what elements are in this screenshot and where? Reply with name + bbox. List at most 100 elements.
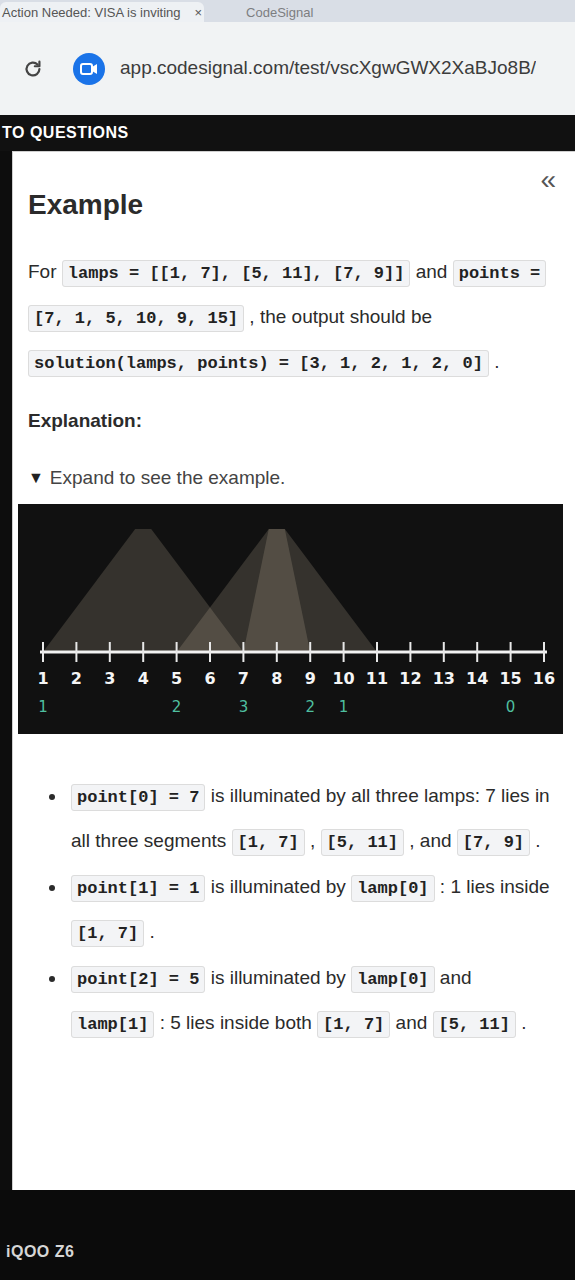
address-bar: app.codesignal.com/test/vscXgwGWX2XaBJo8… bbox=[0, 22, 575, 115]
chart-canvas: 12345678910111213141516123210 bbox=[18, 504, 563, 734]
code-span: point[0] = 7 bbox=[71, 784, 205, 811]
axis-tick bbox=[309, 642, 311, 662]
point-count: 3 bbox=[239, 698, 249, 716]
point-count: 1 bbox=[38, 698, 48, 716]
code-span: [1, 7] bbox=[232, 829, 305, 856]
tick-label: 11 bbox=[366, 669, 388, 688]
axis-tick bbox=[109, 642, 111, 662]
point-count: 0 bbox=[506, 698, 516, 716]
tick-label: 13 bbox=[433, 669, 455, 688]
axis-tick bbox=[142, 642, 144, 662]
code-span: [1, 7] bbox=[317, 1011, 390, 1038]
text-span: . bbox=[530, 830, 541, 851]
bottom-strip: iQOO Z6 bbox=[0, 1190, 575, 1280]
text-span: and bbox=[390, 1012, 432, 1033]
tick-label: 7 bbox=[238, 669, 249, 688]
text-span: : 5 lies inside both bbox=[154, 1012, 317, 1033]
intro-paragraph: For lamps = [[1, 7], [5, 11], [7, 9]] an… bbox=[13, 250, 575, 385]
explanation-item: point[0] = 7 is illuminated by all three… bbox=[67, 774, 557, 864]
top-nav: TO QUESTIONS bbox=[0, 115, 575, 151]
content-area: Example « For lamps = [[1, 7], [5, 11], [7… bbox=[0, 151, 575, 1190]
tick-label: 10 bbox=[332, 669, 354, 688]
address-text[interactable]: app.codesignal.com/test/vscXgwGWX2XaBJo8… bbox=[120, 54, 536, 83]
back-to-questions[interactable]: TO QUESTIONS bbox=[2, 121, 129, 145]
reload-icon[interactable] bbox=[22, 58, 44, 80]
tick-label: 15 bbox=[499, 669, 521, 688]
tick-label: 12 bbox=[399, 669, 421, 688]
tick-label: 6 bbox=[204, 669, 215, 688]
text-span: , the output should be bbox=[244, 306, 432, 327]
axis-tick bbox=[343, 642, 345, 662]
axis-tick bbox=[376, 642, 378, 662]
axis-tick bbox=[75, 642, 77, 662]
axis-tick bbox=[242, 642, 244, 662]
text-span: and bbox=[410, 261, 452, 282]
text-span: . bbox=[144, 921, 155, 942]
code-span: point[1] = 1 bbox=[71, 875, 205, 902]
tick-label: 14 bbox=[466, 669, 488, 688]
axis-tick bbox=[443, 642, 445, 662]
text-span: and bbox=[435, 967, 472, 988]
text-span: . bbox=[516, 1012, 527, 1033]
example-title: Example bbox=[28, 184, 143, 226]
explanation-list: point[0] = 7 is illuminated by all three… bbox=[13, 774, 575, 1047]
browser-tab[interactable]: CodeSignal bbox=[244, 2, 315, 22]
tick-label: 8 bbox=[271, 669, 282, 688]
tick-label: 4 bbox=[138, 669, 149, 688]
code-span: [1, 7] bbox=[71, 920, 144, 947]
expander[interactable]: ▼Expand to see the example. bbox=[13, 464, 575, 493]
code-span: point[2] = 5 bbox=[71, 966, 205, 993]
collapse-button[interactable]: « bbox=[540, 166, 556, 194]
explanation-title: Explanation: bbox=[13, 407, 575, 436]
code-span: lamp[0] bbox=[351, 875, 434, 902]
code-span: lamps = [[1, 7], [5, 11], [7, 9]] bbox=[62, 260, 411, 287]
code-span: [7, 9] bbox=[457, 829, 530, 856]
tab-label: CodeSignal bbox=[246, 6, 313, 19]
text-span: , and bbox=[404, 830, 457, 851]
code-span: lamp[0] bbox=[351, 966, 434, 993]
expander-label[interactable]: Expand to see the example. bbox=[50, 464, 286, 493]
tab-label: Action Needed: VISA is inviting bbox=[2, 6, 181, 19]
number-line bbox=[40, 651, 547, 654]
text-span: is illuminated by bbox=[205, 967, 351, 988]
question-card: Example « For lamps = [[1, 7], [5, 11], [7… bbox=[12, 151, 575, 1190]
point-count: 1 bbox=[339, 698, 349, 716]
text-span: is illuminated by bbox=[205, 876, 351, 897]
camera-watermark: iQOO Z6 bbox=[6, 1240, 74, 1264]
point-count: 2 bbox=[172, 698, 182, 716]
browser-tab[interactable]: Action Needed: VISA is inviting × bbox=[0, 2, 204, 22]
axis-tick bbox=[176, 642, 178, 662]
text-span: . bbox=[489, 351, 500, 372]
axis-tick bbox=[510, 642, 512, 662]
tab-strip: Action Needed: VISA is inviting × CodeSign… bbox=[0, 0, 575, 22]
example-header: Example « bbox=[13, 166, 575, 226]
tick-label: 9 bbox=[305, 669, 316, 688]
tab-close[interactable]: × bbox=[195, 6, 203, 19]
text-span: : 1 lies inside bbox=[435, 876, 550, 897]
code-span: [5, 11] bbox=[321, 829, 404, 856]
text-span: For bbox=[28, 261, 62, 282]
code-span: solution(lamps, points) = [3, 1, 2, 1, 2… bbox=[28, 350, 489, 377]
axis-tick bbox=[42, 642, 44, 662]
tick-label: 1 bbox=[37, 669, 48, 688]
text-span: , bbox=[305, 830, 321, 851]
code-span: lamp[1] bbox=[71, 1011, 154, 1038]
code-span: [5, 11] bbox=[433, 1011, 516, 1038]
tick-label: 2 bbox=[71, 669, 82, 688]
axis-tick bbox=[276, 642, 278, 662]
axis-tick bbox=[409, 642, 411, 662]
lamps-chart: 12345678910111213141516123210 bbox=[18, 504, 563, 734]
point-count: 2 bbox=[305, 698, 315, 716]
lamp-cone bbox=[243, 529, 310, 652]
recording-icon[interactable] bbox=[72, 52, 106, 86]
axis-tick bbox=[476, 642, 478, 662]
explanation-item: point[1] = 1 is illuminated by lamp[0] :… bbox=[67, 865, 557, 955]
axis-tick bbox=[543, 642, 545, 662]
tick-label: 16 bbox=[533, 669, 555, 688]
explanation-item: point[2] = 5 is illuminated by lamp[0] a… bbox=[67, 956, 557, 1046]
lamp-cone bbox=[177, 529, 377, 652]
axis-tick bbox=[209, 642, 211, 662]
tick-label: 3 bbox=[104, 669, 115, 688]
expander-arrow[interactable]: ▼ bbox=[28, 466, 44, 490]
tick-label: 5 bbox=[171, 669, 182, 688]
